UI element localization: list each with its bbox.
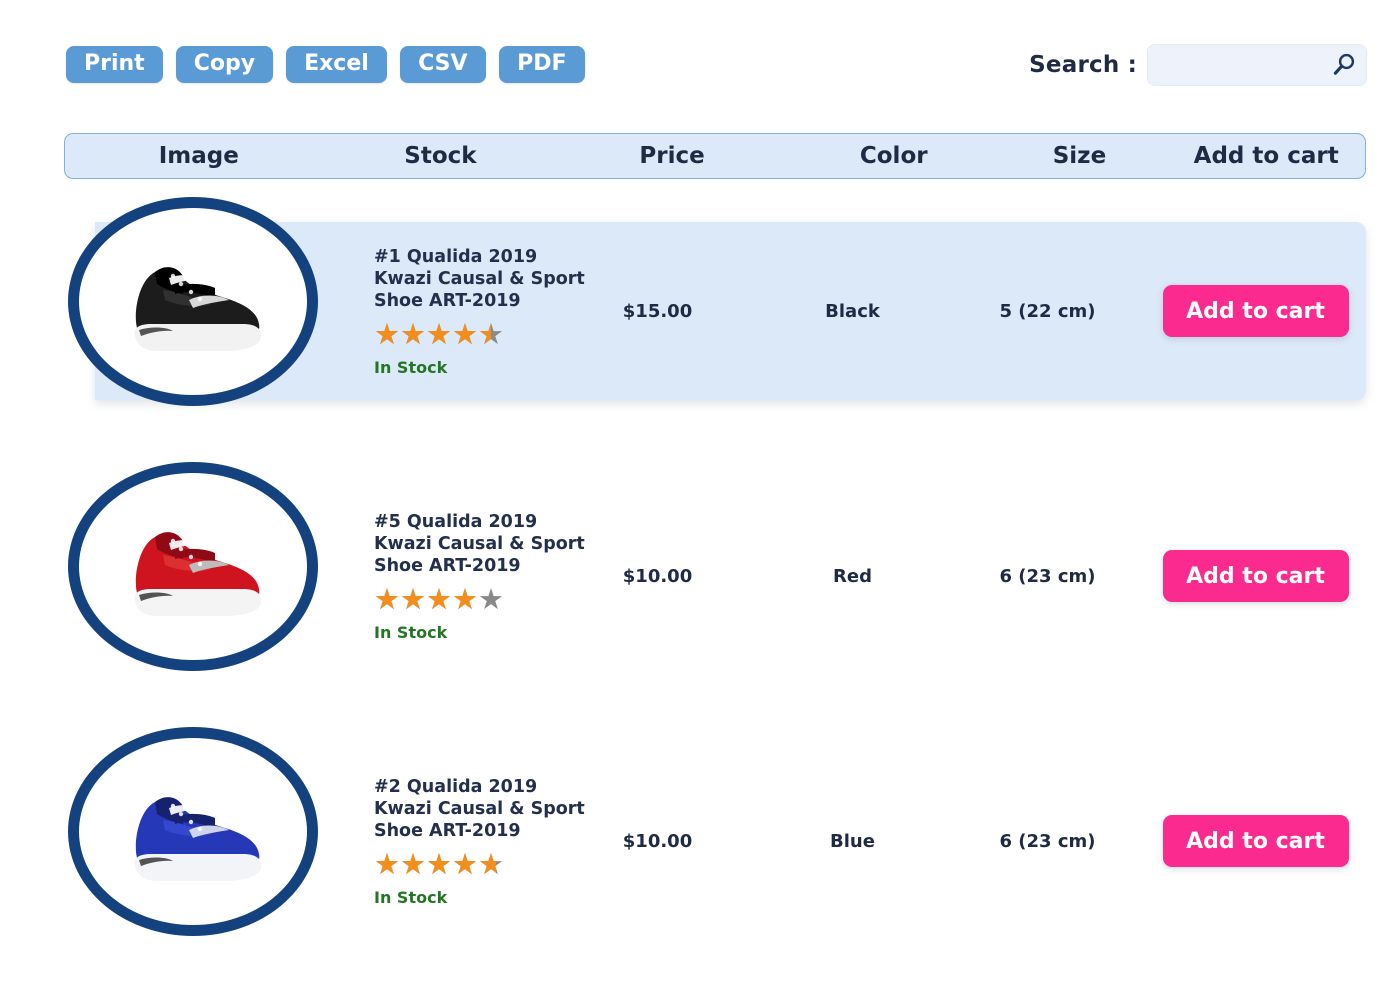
rating-star: ★★ <box>400 850 426 877</box>
rating-star: ★★ <box>400 585 426 612</box>
product-title: #5 Qualida 2019 Kwazi Causal & Sport Sho… <box>374 511 585 576</box>
availability-label: In Stock <box>374 357 448 377</box>
search-input[interactable] <box>1147 44 1367 86</box>
toolbar: Print Copy Excel CSV PDF Search : <box>0 0 1400 120</box>
column-header-price[interactable]: Price <box>548 143 796 169</box>
column-header-size[interactable]: Size <box>992 143 1168 169</box>
export-button-group: Print Copy Excel CSV PDF <box>66 46 585 83</box>
rating-star: ★★ <box>374 850 400 877</box>
cell-price: $10.00 <box>622 565 693 587</box>
rating-star: ★★ <box>400 320 426 347</box>
rating-stars: ★★★★★★★★★★ <box>374 851 504 877</box>
rating-star: ★★ <box>478 320 504 347</box>
availability-label: In Stock <box>374 622 448 642</box>
table-row[interactable]: #1 Qualida 2019 Kwazi Causal & Sport Sho… <box>0 190 1400 455</box>
product-table-page: Print Copy Excel CSV PDF Search : Image Stoc… <box>0 0 1400 1000</box>
rating-star: ★★ <box>478 850 504 877</box>
product-title: #2 Qualida 2019 Kwazi Causal & Sport Sho… <box>374 776 585 841</box>
rating-stars: ★★★★★★★★★★ <box>374 321 504 347</box>
excel-button[interactable]: Excel <box>286 46 387 83</box>
product-image-circle[interactable] <box>68 462 318 671</box>
cell-price: $15.00 <box>622 300 693 322</box>
cell-size: 6 (23 cm) <box>999 565 1096 587</box>
add-to-cart-button[interactable]: Add to cart <box>1162 550 1349 602</box>
cell-add-to-cart: Add to cart <box>1145 752 1366 930</box>
rating-stars: ★★★★★★★★★★ <box>374 586 504 612</box>
search-field <box>1147 44 1367 86</box>
column-header-image[interactable]: Image <box>65 143 333 169</box>
cell-color: Blue <box>830 830 875 852</box>
copy-button[interactable]: Copy <box>175 46 274 83</box>
add-to-cart-button[interactable]: Add to cart <box>1162 285 1349 337</box>
cell-color: Red <box>833 565 872 587</box>
product-rows: #1 Qualida 2019 Kwazi Causal & Sport Sho… <box>0 190 1400 985</box>
rating-star: ★★ <box>426 585 452 612</box>
search-label: Search : <box>1029 52 1137 78</box>
table-row[interactable]: #2 Qualida 2019 Kwazi Causal & Sport Sho… <box>0 720 1400 985</box>
black-sneaker-image <box>134 266 262 351</box>
cell-color: Black <box>825 300 880 322</box>
availability-label: In Stock <box>374 887 448 907</box>
rating-star: ★★ <box>374 585 400 612</box>
cell-size: 5 (22 cm) <box>999 300 1096 322</box>
rating-star: ★★ <box>426 320 452 347</box>
csv-button[interactable]: CSV <box>399 46 486 83</box>
cell-size: 6 (23 cm) <box>999 830 1096 852</box>
product-image-circle[interactable] <box>68 727 318 936</box>
rating-star: ★★ <box>478 585 504 612</box>
pdf-button[interactable]: PDF <box>498 46 585 83</box>
column-header-color[interactable]: Color <box>796 143 992 169</box>
column-header-add-to-cart[interactable]: Add to cart <box>1167 143 1365 169</box>
rating-star: ★★ <box>452 585 478 612</box>
column-header-stock[interactable]: Stock <box>333 143 549 169</box>
rating-star: ★★ <box>426 850 452 877</box>
cell-add-to-cart: Add to cart <box>1145 222 1366 400</box>
rating-star: ★★ <box>452 850 478 877</box>
rating-star: ★★ <box>452 320 478 347</box>
add-to-cart-button[interactable]: Add to cart <box>1162 815 1349 867</box>
blue-sneaker-image <box>134 796 262 881</box>
rating-star: ★★ <box>374 320 400 347</box>
product-image-circle[interactable] <box>68 197 318 406</box>
cell-price: $10.00 <box>622 830 693 852</box>
print-button[interactable]: Print <box>66 46 163 83</box>
red-sneaker-image <box>134 531 262 616</box>
product-title: #1 Qualida 2019 Kwazi Causal & Sport Sho… <box>374 246 585 311</box>
search-area: Search : <box>1029 44 1367 86</box>
table-header-row: Image Stock Price Color Size Add to cart <box>64 133 1366 179</box>
cell-add-to-cart: Add to cart <box>1145 487 1366 665</box>
table-row[interactable]: #5 Qualida 2019 Kwazi Causal & Sport Sho… <box>0 455 1400 720</box>
